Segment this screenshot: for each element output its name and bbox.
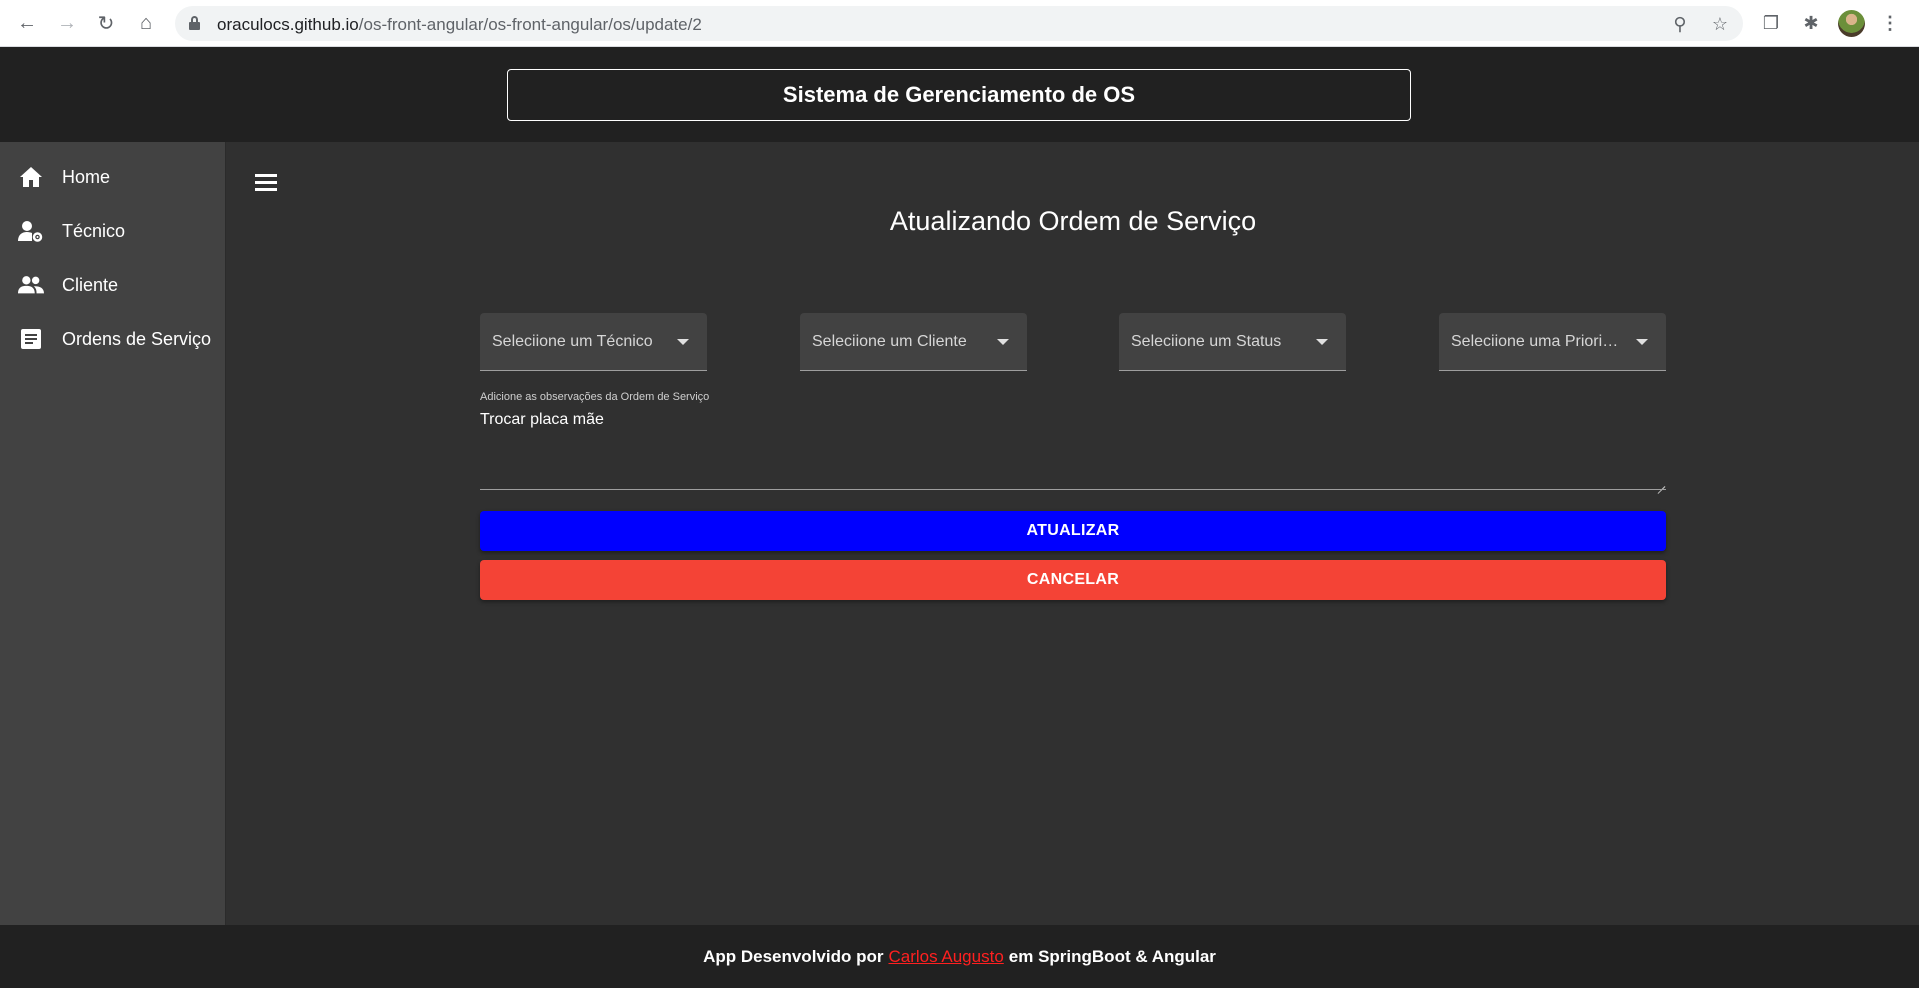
resize-handle-icon[interactable] xyxy=(1655,477,1666,494)
select-placeholder: Seleciione um Técnico xyxy=(492,333,653,350)
observations-textarea[interactable]: Trocar placa mãe xyxy=(480,411,604,429)
sidebar-item-cliente[interactable]: Cliente xyxy=(0,258,226,312)
sidebar-item-ordens[interactable]: Ordens de Serviço xyxy=(0,312,226,366)
sidebar: Home Técnico Cliente Ordens de Serviço xyxy=(0,142,226,925)
menu-icon[interactable] xyxy=(255,174,279,192)
url-path: /os-front-angular/os-front-angular/os/up… xyxy=(358,15,702,34)
lock-icon[interactable] xyxy=(189,16,200,30)
sidebar-item-label: Ordens de Serviço xyxy=(62,328,212,349)
footer-prefix: App Desenvolvido por xyxy=(703,946,884,966)
author-link[interactable]: Carlos Augusto xyxy=(888,947,1003,967)
reload-icon[interactable]: ↻ xyxy=(91,8,121,38)
sidebar-item-label: Home xyxy=(62,166,111,187)
footer-suffix: em SpringBoot & Angular xyxy=(1008,946,1216,966)
observations-label: Adicione as observações da Ordem de Serv… xyxy=(480,391,710,403)
app-title: Sistema de Gerenciamento de OS xyxy=(507,69,1411,121)
forward-icon[interactable]: → xyxy=(52,8,82,38)
observations-underline xyxy=(480,489,1666,490)
dropdown-arrow-icon xyxy=(1636,339,1648,345)
dropdown-arrow-icon xyxy=(997,339,1009,345)
zoom-icon[interactable]: ⚲ xyxy=(1667,11,1693,37)
extensions-icon[interactable]: ✱ xyxy=(1797,9,1825,37)
browser-toolbar: ← → ↻ ⌂ oraculocs.github.io/os-front-ang… xyxy=(0,0,1919,47)
profile-avatar[interactable] xyxy=(1838,10,1865,37)
tab-search-icon[interactable]: ❐ xyxy=(1757,9,1785,37)
select-tecnico[interactable]: Seleciione um Técnico xyxy=(480,313,707,371)
sidebar-item-label: Cliente xyxy=(62,274,119,295)
people-icon xyxy=(18,272,44,298)
select-cliente[interactable]: Seleciione um Cliente xyxy=(800,313,1027,371)
sidebar-item-label: Técnico xyxy=(62,220,126,241)
url-text[interactable]: oraculocs.github.io/os-front-angular/os-… xyxy=(217,15,702,35)
update-button[interactable]: ATUALIZAR xyxy=(480,511,1666,551)
sidebar-item-home[interactable]: Home xyxy=(0,150,226,204)
select-placeholder: Seleciione um Status xyxy=(1131,333,1282,350)
more-options-icon[interactable]: ⋮ xyxy=(1876,9,1904,37)
select-placeholder: Seleciione uma Priorida... xyxy=(1451,333,1621,350)
select-status[interactable]: Seleciione um Status xyxy=(1119,313,1346,371)
dropdown-arrow-icon xyxy=(1316,339,1328,345)
select-placeholder: Seleciione um Cliente xyxy=(812,333,967,350)
footer: App Desenvolvido por Carlos Augusto em S… xyxy=(0,925,1919,988)
document-icon xyxy=(18,326,44,352)
person-gear-icon xyxy=(18,218,44,244)
home-browser-icon[interactable]: ⌂ xyxy=(131,8,161,38)
select-prioridade[interactable]: Seleciione uma Priorida... xyxy=(1439,313,1666,371)
app-header: Sistema de Gerenciamento de OS xyxy=(0,47,1919,142)
main-content: Atualizando Ordem de Serviço Seleciione … xyxy=(227,142,1919,925)
back-icon[interactable]: ← xyxy=(12,8,42,38)
url-domain: oraculocs.github.io xyxy=(217,15,359,34)
page-title: Atualizando Ordem de Serviço xyxy=(889,206,1257,236)
dropdown-arrow-icon xyxy=(677,339,689,345)
bookmark-star-icon[interactable]: ☆ xyxy=(1707,11,1733,37)
address-bar[interactable]: oraculocs.github.io/os-front-angular/os-… xyxy=(175,6,1743,41)
cancel-button[interactable]: CANCELAR xyxy=(480,560,1666,600)
home-icon xyxy=(18,164,44,190)
sidebar-item-tecnico[interactable]: Técnico xyxy=(0,204,226,258)
